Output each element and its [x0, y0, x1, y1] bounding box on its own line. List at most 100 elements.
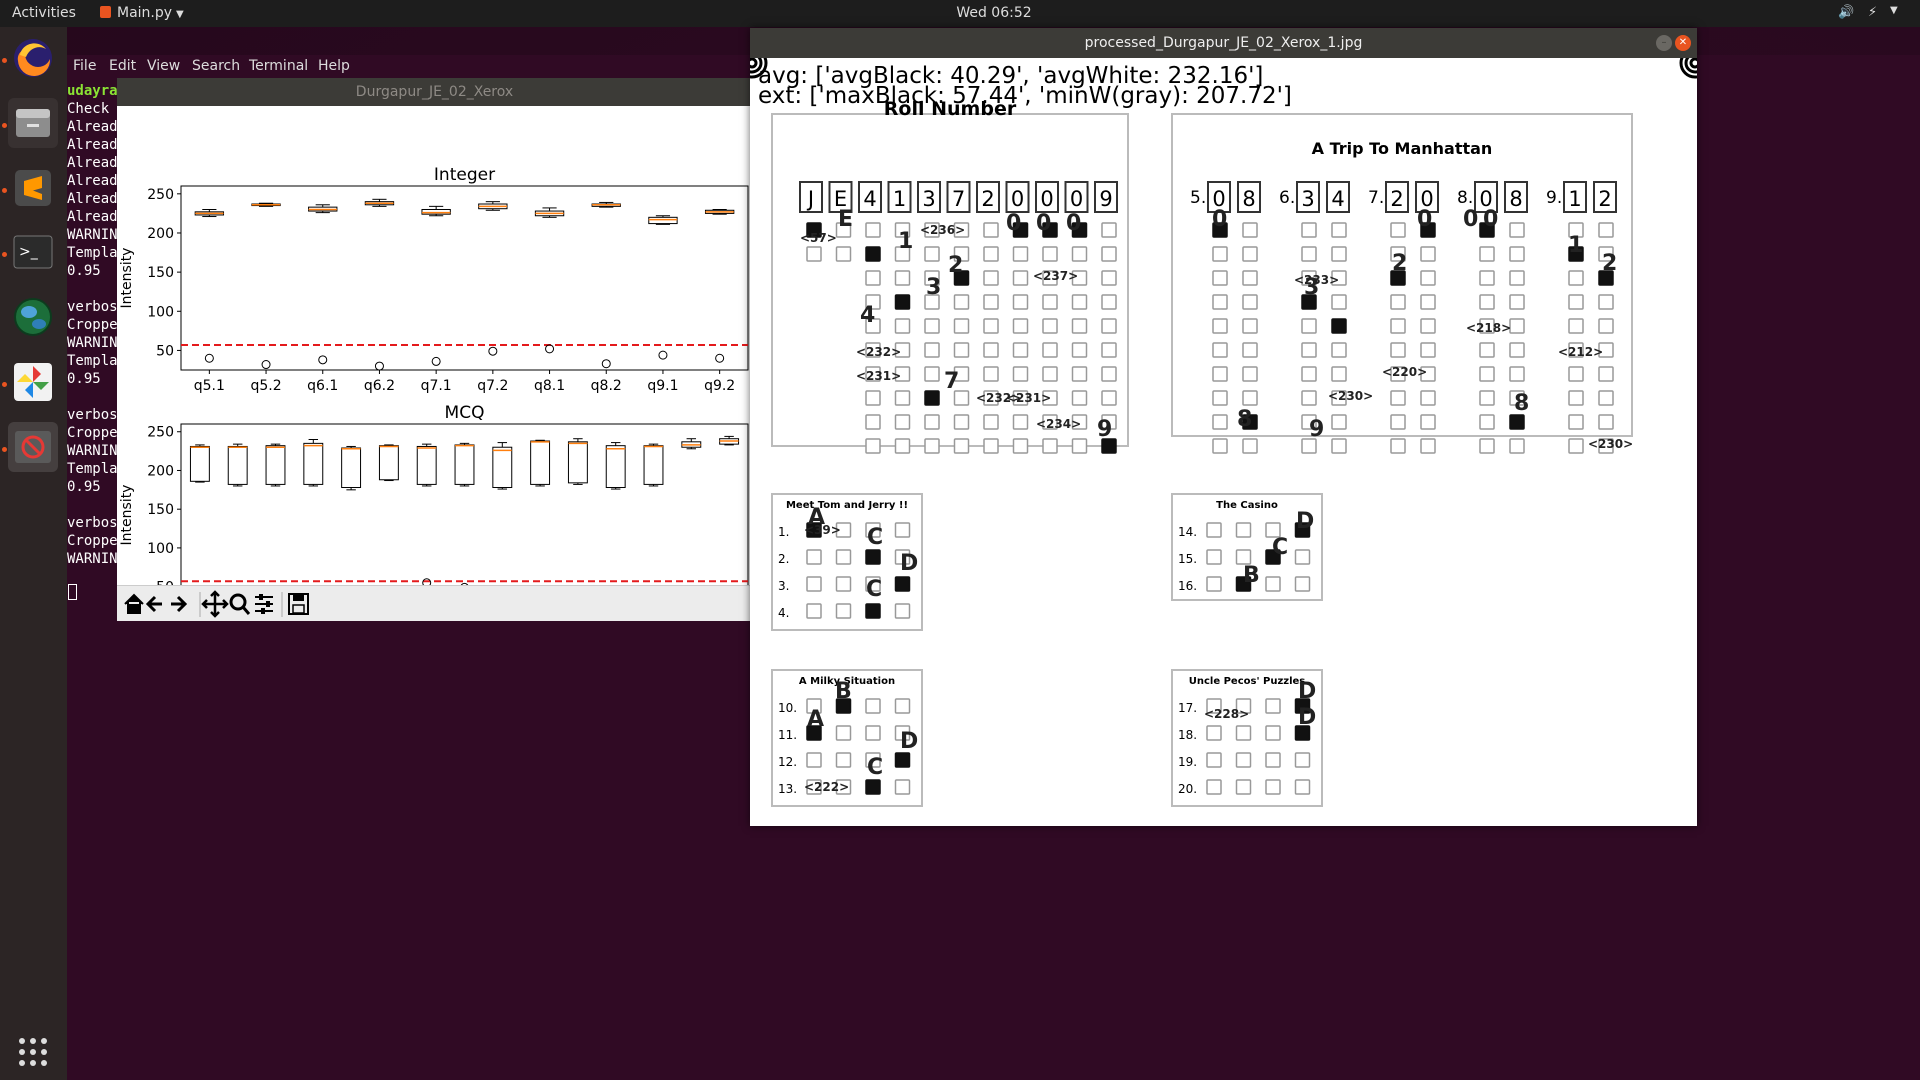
save-icon[interactable]	[288, 593, 309, 615]
bubble-label: D	[1298, 679, 1316, 704]
sublime-text-icon[interactable]	[8, 163, 58, 213]
roll-digit: 0	[1070, 187, 1083, 211]
volume-icon[interactable]: 🔊	[1838, 5, 1854, 20]
system-menu-chevron-icon[interactable]: ▼	[1890, 5, 1898, 16]
grid-icon[interactable]	[8, 1027, 58, 1077]
bubble	[1242, 222, 1258, 238]
bubble	[1242, 342, 1258, 358]
bubble-label: <232>	[856, 345, 901, 359]
bubble	[1071, 246, 1088, 262]
dock: >_	[0, 27, 67, 1080]
menu-help[interactable]: Help	[318, 58, 350, 74]
bubble	[1420, 438, 1436, 454]
bubble-label: C	[1272, 535, 1288, 560]
close-icon[interactable]: ✕	[1675, 35, 1691, 51]
pan-icon[interactable]	[201, 590, 229, 618]
bubble	[1012, 342, 1029, 358]
bubble	[1479, 366, 1495, 382]
bubble	[1331, 246, 1347, 262]
bubble	[1242, 366, 1258, 382]
bubble	[1420, 246, 1436, 262]
roll-digit: 3	[922, 187, 935, 211]
bubble	[1265, 698, 1281, 714]
back-arrow-icon[interactable]	[145, 595, 162, 613]
bubble	[1042, 366, 1058, 382]
chart-title: MCQ	[445, 403, 485, 423]
bubble	[1042, 438, 1058, 454]
terminal-icon[interactable]: >_	[8, 227, 58, 277]
bubble-filled	[894, 752, 911, 768]
image-window[interactable]: processed_Durgapur_JE_02_Xerox_1.jpg – ✕…	[750, 28, 1697, 826]
bubble	[1420, 414, 1436, 430]
battery-icon[interactable]: ⚡	[1868, 5, 1877, 20]
bubble	[1242, 294, 1258, 310]
top-bar: Activities Main.py ▼ Wed 06:52 🔊 ⚡ ▼	[0, 0, 1920, 27]
activities-button[interactable]: Activities	[12, 5, 76, 21]
answer-digit: 2	[1598, 187, 1611, 211]
menu-terminal[interactable]: Terminal	[249, 58, 308, 74]
bubble	[835, 603, 852, 619]
roll-digit: 0	[1040, 187, 1053, 211]
firefox-icon[interactable]	[8, 33, 58, 83]
bubble	[983, 246, 999, 262]
bubble	[1012, 438, 1029, 454]
menu-file[interactable]: File	[73, 58, 96, 74]
bubble-label: D	[900, 551, 918, 576]
trip-title: A Trip To Manhattan	[1312, 139, 1493, 158]
configure-subplots-icon[interactable]	[255, 594, 273, 614]
mcq-question-number: 15.	[1178, 552, 1197, 566]
bubble-label: 3	[926, 275, 941, 300]
bubble	[1568, 390, 1584, 406]
bubble	[1390, 222, 1406, 238]
bubble-filled	[865, 779, 881, 795]
bubble	[1012, 414, 1029, 430]
bubble	[1101, 342, 1117, 358]
bubble-label: 0	[1036, 211, 1051, 236]
minimize-icon[interactable]: –	[1656, 35, 1672, 51]
home-icon[interactable]	[124, 593, 144, 614]
bubble-label: B	[835, 679, 852, 704]
clock[interactable]: Wed 06:52	[934, 5, 1054, 21]
bubble	[806, 246, 822, 262]
bubble	[1301, 318, 1317, 334]
bubble	[1071, 342, 1088, 358]
bubble	[1206, 752, 1222, 768]
bubble	[1479, 294, 1495, 310]
files-icon[interactable]	[8, 98, 58, 148]
bubble	[1568, 366, 1584, 382]
mcq-question-number: 11.	[778, 728, 797, 742]
menu-view[interactable]: View	[147, 58, 180, 74]
bubble	[1242, 318, 1258, 334]
y-axis-label: Intensity	[119, 485, 135, 546]
zoom-icon[interactable]	[229, 593, 251, 615]
bubble	[1331, 294, 1347, 310]
image-window-titlebar[interactable]: processed_Durgapur_JE_02_Xerox_1.jpg – ✕	[750, 28, 1697, 58]
plot-window-titlebar[interactable]: Durgapur_JE_02_Xerox	[117, 78, 752, 106]
forward-arrow-icon[interactable]	[171, 595, 188, 613]
plot-window[interactable]: Durgapur_JE_02_Xerox Integer Intensity 50 1…	[117, 78, 752, 621]
menu-edit[interactable]: Edit	[109, 58, 136, 74]
bubble	[1235, 779, 1252, 795]
mcq-question-number: 12.	[778, 755, 797, 769]
bubble-label: <237>	[1033, 269, 1078, 283]
pinwheel-icon[interactable]	[8, 357, 58, 407]
bubble	[1012, 246, 1029, 262]
globe-icon[interactable]	[8, 292, 58, 342]
y-tick-label: 150	[147, 265, 174, 281]
app-menu[interactable]: Main.py ▼	[100, 5, 184, 21]
answer-digit: 3	[1301, 187, 1314, 211]
mcq-question-number: 4.	[778, 606, 789, 620]
mcq-question-number: 18.	[1178, 728, 1197, 742]
bubble-label: 7	[944, 369, 959, 394]
app-menu-label: Main.py	[117, 5, 173, 21]
bubble-label: A	[807, 707, 824, 732]
menu-search[interactable]: Search	[192, 58, 240, 74]
x-tick-label: q7.1	[421, 378, 452, 394]
bubble	[1420, 342, 1436, 358]
stats-ext-line: ext: ['maxBlack: 57.44', 'minW(gray): 20…	[758, 83, 1292, 109]
bubble	[806, 603, 822, 619]
bubble	[1598, 222, 1614, 238]
plot-window-title: Durgapur_JE_02_Xerox	[355, 84, 514, 100]
bubble	[1235, 522, 1252, 538]
no-entry-icon[interactable]	[8, 422, 58, 472]
